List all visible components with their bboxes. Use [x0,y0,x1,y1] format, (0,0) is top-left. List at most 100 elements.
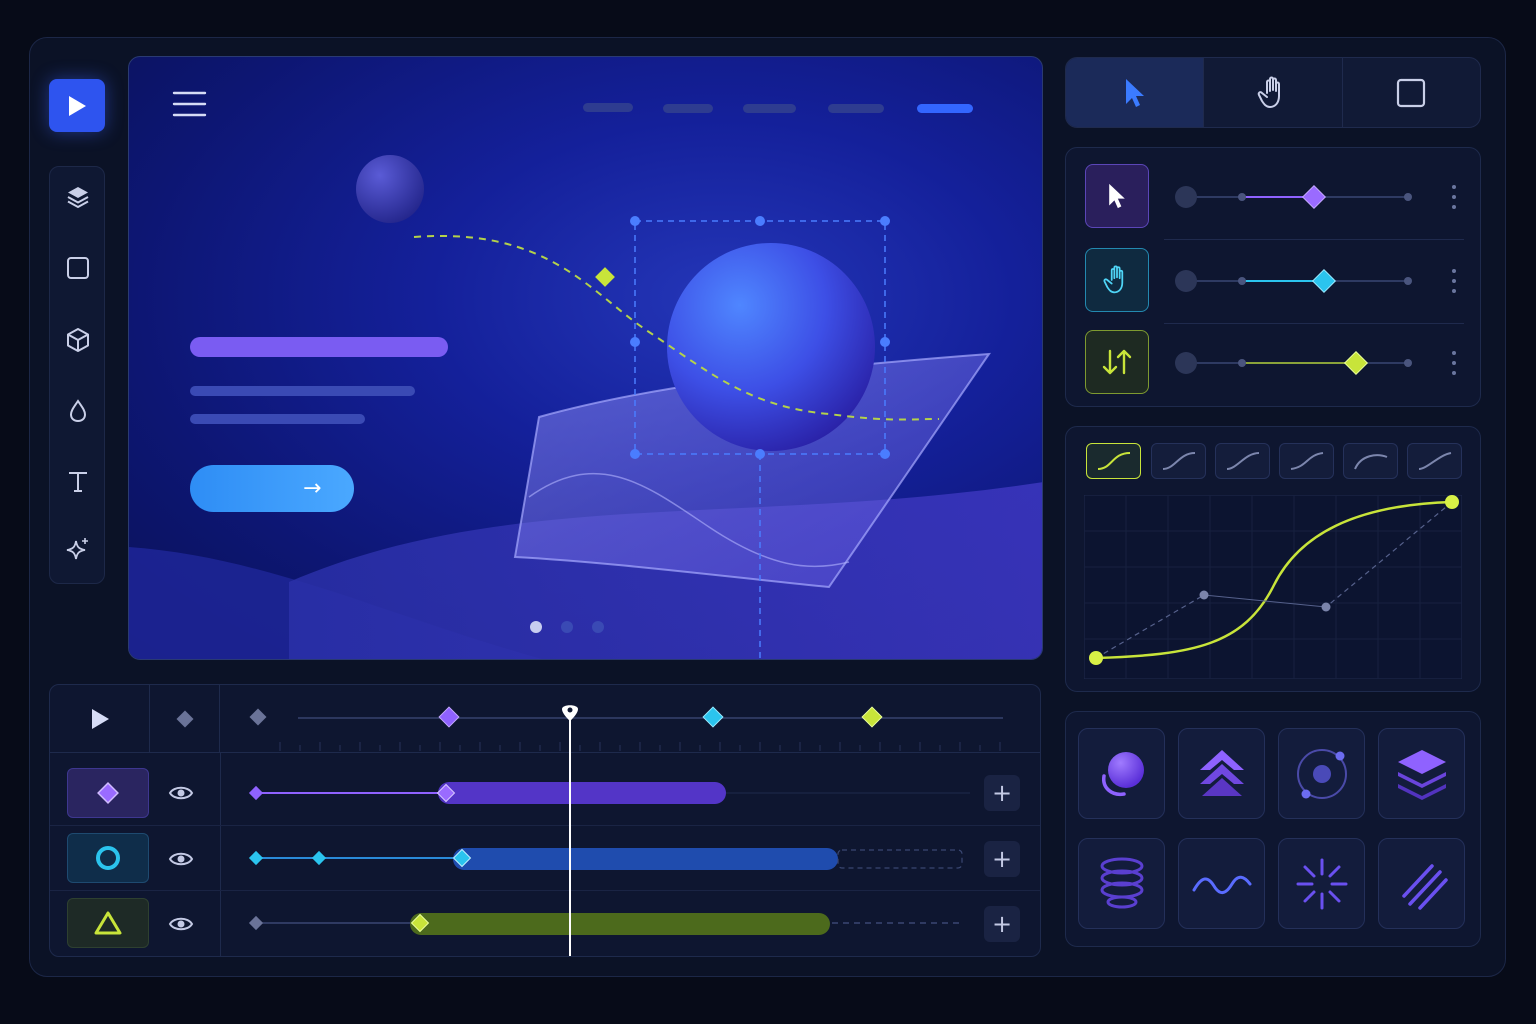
ease-preset[interactable] [1407,443,1462,479]
orbit-ring-icon [1296,748,1347,799]
ease-curve-icon [1353,454,1387,470]
sparkle-icon [66,538,88,560]
motion-keyframe[interactable] [595,267,615,287]
ease-curve-icon [1162,452,1195,470]
timeline-tracks[interactable] [50,685,1041,957]
eye-icon[interactable] [168,784,194,802]
ease-preset-active[interactable] [1086,443,1141,479]
text-icon [69,472,87,492]
frame-tool-tab[interactable] [1343,58,1480,127]
preset-wave[interactable] [1178,838,1265,929]
track-1-chip[interactable] [67,768,149,818]
nav-item-active[interactable] [917,104,973,113]
add-track-keyframe-button[interactable]: + [984,841,1020,877]
add-track-keyframe-button[interactable]: + [984,906,1020,942]
carousel-dot-active[interactable] [530,621,542,633]
layer-stack-icon [1397,749,1446,800]
more-options-icon[interactable] [1452,269,1456,293]
ease-curve-icon [1226,452,1259,470]
ease-curve-icon [1418,452,1451,470]
preset-burst[interactable] [1278,838,1365,929]
select-tool-tab[interactable] [1066,58,1205,127]
pointer-icon [1125,78,1144,107]
nav-item[interactable] [743,104,796,113]
orbit-sphere-icon [1101,751,1144,796]
play-icon [69,95,86,116]
nav-item[interactable] [828,104,884,113]
property-slider[interactable] [1172,266,1422,296]
more-options-icon[interactable] [1452,185,1456,209]
preset-orbit-ring[interactable] [1278,728,1365,819]
eye-icon[interactable] [168,850,194,868]
property-row [1066,314,1480,394]
track-3-chip[interactable] [67,898,149,948]
ruler-ticks [279,742,1001,751]
text-tool-button[interactable] [62,465,94,497]
play-preview-button[interactable] [49,79,105,132]
effects-tool-button[interactable] [62,533,94,565]
bezier-handle[interactable] [1321,602,1331,612]
eye-icon[interactable] [168,915,194,933]
carousel-dot[interactable] [561,621,573,633]
triangle-icon [94,911,122,935]
ease-curve-icon [1097,452,1130,470]
preset-orbit-sphere[interactable] [1078,728,1165,819]
track-clip-lime[interactable] [410,913,830,935]
ease-preset[interactable] [1279,443,1334,479]
layers-tool-button[interactable] [62,181,94,213]
track-clip-blue[interactable] [453,848,838,870]
ease-preset[interactable] [1215,443,1270,479]
property-slider[interactable] [1172,182,1422,212]
frame-icon [1397,78,1426,107]
easing-panel [1065,426,1481,692]
ease-preset[interactable] [1151,443,1206,479]
drop-icon [69,399,87,423]
cube-tool-button[interactable] [62,324,94,356]
headline-placeholder [190,337,448,357]
tool-tabs [1065,57,1481,128]
stacked-chevrons-icon [1199,749,1244,796]
selected-sphere[interactable] [667,243,875,451]
menu-icon[interactable] [172,91,207,117]
curve-start-point[interactable] [1089,651,1103,665]
property-row [1066,232,1480,312]
swap-property-button[interactable] [1085,330,1149,394]
text-line-placeholder [190,414,365,424]
ease-preset[interactable] [1343,443,1398,479]
preset-diagonal-lines[interactable] [1378,838,1465,929]
rectangle-tool-button[interactable] [62,252,94,284]
hand-icon [1257,76,1280,108]
small-sphere[interactable] [356,155,424,223]
preset-stacked-chevrons[interactable] [1178,728,1265,819]
track-2-chip[interactable] [67,833,149,883]
nav-item[interactable] [583,103,633,112]
circle-icon [96,846,120,870]
hand-tool-tab[interactable] [1204,58,1343,127]
diamond-icon [97,782,119,804]
bezier-curve-editor[interactable] [1084,495,1462,679]
artboard-canvas[interactable]: → [128,56,1043,660]
pointer-property-button[interactable] [1085,164,1149,228]
rectangle-icon [67,257,89,279]
diagonal-lines-icon [1401,863,1448,910]
carousel-dot[interactable] [592,621,604,633]
spring-coil-icon [1100,857,1143,908]
hand-icon [1103,265,1124,294]
add-track-keyframe-button[interactable]: + [984,775,1020,811]
property-slider[interactable] [1172,348,1422,378]
preset-spring-coil[interactable] [1078,838,1165,929]
bezier-handle[interactable] [1199,590,1209,600]
tool-rail [49,166,105,584]
property-row [1066,148,1480,228]
preset-layer-stack[interactable] [1378,728,1465,819]
nav-item[interactable] [663,104,713,113]
cta-arrow-icon: → [303,476,322,501]
more-options-icon[interactable] [1452,351,1456,375]
curve-end-point[interactable] [1445,495,1459,509]
properties-panel [1065,147,1481,407]
hand-property-button[interactable] [1085,248,1149,312]
fill-tool-button[interactable] [62,395,94,427]
track-clip-purple[interactable] [438,782,726,804]
text-line-placeholder [190,386,415,396]
ease-curve-icon [1290,452,1323,470]
